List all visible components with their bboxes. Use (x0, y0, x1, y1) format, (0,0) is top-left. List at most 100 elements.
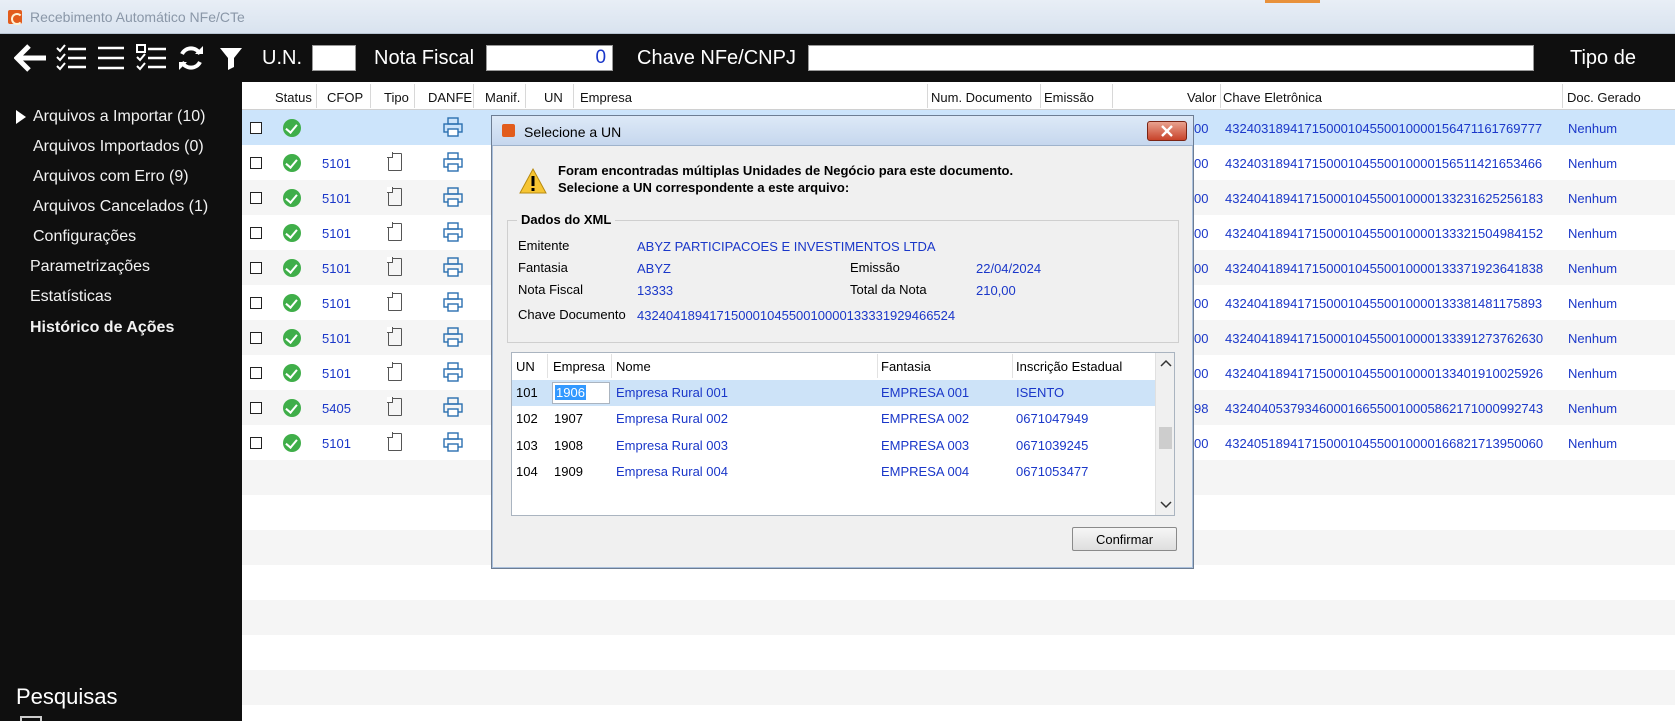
sidebar-item-arquivos-cancelados[interactable]: Arquivos Cancelados (1) (33, 198, 208, 216)
refresh-icon[interactable] (174, 41, 208, 75)
total-nota-label: Total da Nota (850, 282, 927, 297)
chevron-down-icon[interactable] (1156, 497, 1175, 511)
sidebar-item-estatisticas[interactable]: Estatísticas (30, 288, 112, 306)
status-ok-icon (283, 119, 301, 137)
doc-gerado-cell: Nenhum (1568, 331, 1618, 346)
print-icon[interactable] (443, 432, 463, 452)
sidebar-item-arquivos-importar[interactable]: Arquivos a Importar (10) (33, 108, 206, 126)
col-un[interactable]: UN (544, 90, 563, 105)
list-col-inscricao[interactable]: Inscrição Estadual (1016, 359, 1122, 374)
sidebar-item-arquivos-importados[interactable]: Arquivos Importados (0) (33, 138, 204, 156)
list-col-nome[interactable]: Nome (616, 359, 651, 374)
valor-cell: 00 (1194, 226, 1209, 241)
sidebar-item-configuracoes[interactable]: Configurações (33, 228, 136, 246)
print-icon[interactable] (443, 187, 463, 207)
cfop-cell: 5101 (322, 296, 351, 311)
row-checkbox[interactable] (250, 157, 262, 169)
close-button[interactable] (1147, 121, 1187, 141)
scroll-thumb[interactable] (1159, 427, 1172, 449)
empresa-edit-input[interactable]: 1906 (552, 382, 610, 404)
row-checkbox[interactable] (250, 402, 262, 414)
window-titlebar: Recebimento Automático NFe/CTe (0, 0, 1675, 34)
un-list: UN Empresa Nome Fantasia Inscrição Estad… (511, 352, 1175, 516)
col-empresa[interactable]: Empresa (580, 90, 632, 105)
doc-gerado-cell: Nenhum (1568, 366, 1618, 381)
row-checkbox[interactable] (250, 192, 262, 204)
cfop-cell: 5101 (322, 366, 351, 381)
col-danfe[interactable]: DANFE (428, 90, 472, 105)
row-checkbox[interactable] (250, 297, 262, 309)
toolbar: U.N. Nota Fiscal 0 Chave NFe/CNPJ Tipo d… (0, 34, 1675, 82)
print-icon[interactable] (443, 327, 463, 347)
col-num-documento[interactable]: Num. Documento (931, 90, 1032, 105)
nota-fiscal-label: Nota Fiscal (518, 282, 584, 297)
nota-fiscal-input[interactable]: 0 (486, 45, 614, 71)
xml-group-label: Dados do XML (517, 212, 616, 227)
message-line-1: Foram encontradas múltiplas Unidades de … (558, 163, 1014, 178)
un-input[interactable] (312, 45, 356, 71)
filter-icon[interactable] (214, 41, 248, 75)
chevron-up-icon[interactable] (1156, 357, 1175, 371)
status-ok-icon (283, 399, 301, 417)
emitente-label: Emitente (518, 238, 570, 253)
row-checkbox[interactable] (250, 262, 262, 274)
print-icon[interactable] (443, 292, 463, 312)
list-col-un[interactable]: UN (516, 359, 535, 374)
list-item[interactable]: 104 1909 Empresa Rural 004 EMPRESA 004 0… (512, 459, 1155, 485)
doc-gerado-cell: Nenhum (1568, 296, 1618, 311)
print-icon[interactable] (443, 257, 463, 277)
checklist-icon[interactable] (54, 41, 88, 75)
print-icon[interactable] (443, 152, 463, 172)
empty-row (242, 600, 1675, 635)
doc-gerado-cell: Nenhum (1568, 121, 1618, 136)
row-checkbox[interactable] (250, 122, 262, 134)
list-col-empresa[interactable]: Empresa (553, 359, 605, 374)
col-chave-eletronica[interactable]: Chave Eletrônica (1223, 90, 1322, 105)
col-cfop[interactable]: CFOP (327, 90, 363, 105)
back-arrow-icon[interactable] (14, 41, 48, 75)
confirm-button[interactable]: Confirmar (1072, 527, 1177, 551)
sidebar-item-parametrizacoes[interactable]: Parametrizações (30, 258, 150, 276)
doc-gerado-cell: Nenhum (1568, 156, 1618, 171)
app-icon (502, 124, 515, 137)
chave-cell: 4324041894171500010455001000013340191002… (1225, 366, 1544, 381)
expand-arrow-icon[interactable] (16, 110, 26, 124)
valor-cell: 00 (1194, 436, 1209, 451)
list-col-fantasia[interactable]: Fantasia (881, 359, 931, 374)
valor-cell: 00 (1194, 121, 1209, 136)
list-item[interactable]: 102 1907 Empresa Rural 002 EMPRESA 002 0… (512, 406, 1155, 432)
ie-cell: 0671053477 (1016, 464, 1089, 479)
row-checkbox[interactable] (250, 437, 262, 449)
row-checkbox[interactable] (250, 227, 262, 239)
doc-gerado-cell: Nenhum (1568, 226, 1618, 241)
window-title: Recebimento Automático NFe/CTe (30, 8, 245, 25)
sidebar-item-historico[interactable]: Histórico de Ações (30, 319, 174, 337)
list-icon[interactable] (94, 41, 128, 75)
print-icon[interactable] (443, 362, 463, 382)
col-valor[interactable]: Valor (1187, 90, 1216, 105)
print-icon[interactable] (443, 117, 463, 137)
print-icon[interactable] (443, 222, 463, 242)
document-icon (387, 257, 402, 276)
row-checkbox[interactable] (250, 367, 262, 379)
list-item[interactable]: 103 1908 Empresa Rural 003 EMPRESA 003 0… (512, 433, 1155, 459)
col-tipo[interactable]: Tipo (384, 90, 409, 105)
valor-cell: 00 (1194, 261, 1209, 276)
list-item[interactable]: 101 1906 Empresa Rural 001 EMPRESA 001 I… (512, 380, 1155, 406)
uncheck-list-icon[interactable] (134, 41, 168, 75)
print-icon[interactable] (443, 397, 463, 417)
nome-cell: Empresa Rural 004 (616, 464, 728, 479)
pesquisas-checkbox[interactable] (20, 716, 42, 721)
col-doc-gerado[interactable]: Doc. Gerado (1567, 90, 1641, 105)
sidebar-item-arquivos-erro[interactable]: Arquivos com Erro (9) (33, 168, 189, 186)
list-scrollbar[interactable] (1155, 353, 1175, 515)
col-status[interactable]: Status (275, 90, 312, 105)
row-checkbox[interactable] (250, 332, 262, 344)
col-manif[interactable]: Manif. (485, 90, 520, 105)
col-emissao[interactable]: Emissão (1044, 90, 1094, 105)
chave-input[interactable] (807, 45, 1534, 71)
emitente-value: ABYZ PARTICIPACOES E INVESTIMENTOS LTDA (637, 239, 936, 254)
fantasia-cell: EMPRESA 003 (881, 438, 970, 453)
doc-gerado-cell: Nenhum (1568, 436, 1618, 451)
nota-fiscal-label: Nota Fiscal (374, 46, 475, 69)
